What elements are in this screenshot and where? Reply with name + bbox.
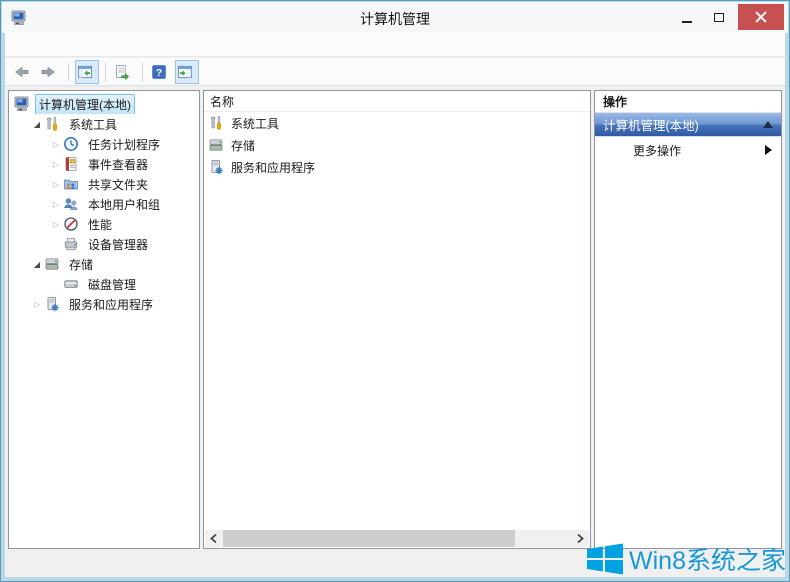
shared-folders-icon (63, 176, 79, 192)
services-icon (44, 296, 60, 312)
computer-management-window: 计算机管理 (0, 0, 790, 582)
action-item[interactable]: 更多操作 (595, 137, 781, 163)
collapse-triangle-icon[interactable] (763, 121, 773, 128)
toolbar-separator (68, 63, 69, 81)
expand-icon[interactable]: ▷ (49, 140, 63, 149)
forward-arrow-button[interactable] (38, 60, 62, 84)
watermark-text: Win8系统之家 (629, 541, 786, 577)
performance-icon (63, 216, 79, 232)
toolbar-separator (142, 63, 143, 81)
window-title: 计算机管理 (2, 9, 788, 29)
action-item-label: 更多操作 (633, 142, 681, 159)
show-action-pane-icon (177, 64, 193, 80)
tree-item[interactable]: ▷ 任务计划程序 (9, 134, 199, 154)
tree-item[interactable]: 磁盘管理 (9, 274, 199, 294)
show-action-pane-button[interactable] (175, 60, 199, 84)
windows-8-logo-icon (587, 543, 623, 575)
expand-icon[interactable]: ◢ (30, 260, 44, 269)
export-list-button[interactable] (112, 60, 136, 84)
show-console-tree-button[interactable] (75, 60, 99, 84)
services-icon (208, 159, 224, 175)
tree-item[interactable]: ▷ 服务和应用程序 (9, 294, 199, 314)
menu-item[interactable] (65, 42, 83, 48)
result-list-pane: 名称 系统工具 存储 服务和应用程序 (203, 90, 591, 549)
expand-icon[interactable]: ▷ (49, 180, 63, 189)
storage-icon (208, 137, 224, 153)
forward-arrow-icon (40, 64, 56, 80)
maximize-button[interactable] (704, 4, 734, 30)
tree-item[interactable]: 计算机管理(本地) (9, 94, 199, 114)
export-list-icon (114, 64, 130, 80)
back-arrow-icon (14, 64, 30, 80)
task-scheduler-icon (63, 136, 79, 152)
titlebar[interactable]: 计算机管理 (2, 2, 788, 33)
list-item[interactable]: 服务和应用程序 (204, 156, 590, 178)
expand-icon[interactable]: ▷ (49, 220, 63, 229)
tree-item[interactable]: ▷ 性能 (9, 214, 199, 234)
device-manager-icon (63, 236, 79, 252)
panes: 计算机管理(本地) ◢ 系统工具 ▷ 任务计划程序 ▷ 事件查看器 (5, 87, 785, 552)
event-viewer-icon (63, 156, 79, 172)
expand-icon[interactable]: ◢ (30, 120, 44, 129)
horizontal-scrollbar[interactable] (205, 530, 589, 547)
menubar (5, 33, 785, 57)
local-users-icon (63, 196, 79, 212)
column-header-name[interactable]: 名称 (204, 91, 590, 112)
show-console-tree-icon (77, 64, 93, 80)
tools-icon (44, 116, 60, 132)
minimize-icon (682, 21, 692, 23)
action-group-header[interactable]: 计算机管理(本地) (595, 113, 781, 137)
watermark: Win8系统之家 (587, 541, 786, 577)
expand-icon[interactable]: ▷ (49, 160, 63, 169)
close-icon (755, 11, 767, 23)
tree-item[interactable]: ▷ 事件查看器 (9, 154, 199, 174)
action-pane: 操作 计算机管理(本地) 更多操作 (594, 90, 782, 549)
action-pane-title: 操作 (595, 91, 781, 113)
menu-item[interactable] (11, 42, 29, 48)
tree-item[interactable]: 设备管理器 (9, 234, 199, 254)
close-button[interactable] (738, 4, 784, 30)
back-arrow-button[interactable] (12, 60, 36, 84)
storage-icon (44, 256, 60, 272)
tree-item[interactable]: ◢ 系统工具 (9, 114, 199, 134)
maximize-icon (714, 13, 724, 22)
expand-icon[interactable]: ▷ (30, 300, 44, 309)
disk-management-icon (63, 276, 79, 292)
tree-item[interactable]: ▷ 共享文件夹 (9, 174, 199, 194)
expand-icon[interactable]: ▷ (49, 200, 63, 209)
computer-icon (14, 96, 30, 112)
help-button[interactable] (149, 60, 173, 84)
console-tree-pane: 计算机管理(本地) ◢ 系统工具 ▷ 任务计划程序 ▷ 事件查看器 (8, 90, 200, 549)
action-group-title: 计算机管理(本地) (603, 115, 699, 134)
tree-item[interactable]: ◢ 存储 (9, 254, 199, 274)
scroll-left-icon (209, 533, 218, 544)
tools-icon (208, 115, 224, 131)
menu-item[interactable] (47, 42, 65, 48)
menu-item[interactable] (29, 42, 47, 48)
client-area: 计算机管理(本地) ◢ 系统工具 ▷ 任务计划程序 ▷ 事件查看器 (5, 33, 785, 577)
list-item[interactable]: 系统工具 (204, 112, 590, 134)
help-icon (151, 64, 167, 80)
scroll-left-button[interactable] (205, 530, 222, 547)
toolbar (5, 58, 785, 86)
scroll-right-icon (576, 533, 585, 544)
submenu-arrow-icon (765, 145, 772, 155)
toolbar-separator (105, 63, 106, 81)
scrollbar-thumb[interactable] (223, 530, 515, 547)
list-item[interactable]: 存储 (204, 134, 590, 156)
tree-item[interactable]: ▷ 本地用户和组 (9, 194, 199, 214)
minimize-button[interactable] (672, 4, 702, 30)
